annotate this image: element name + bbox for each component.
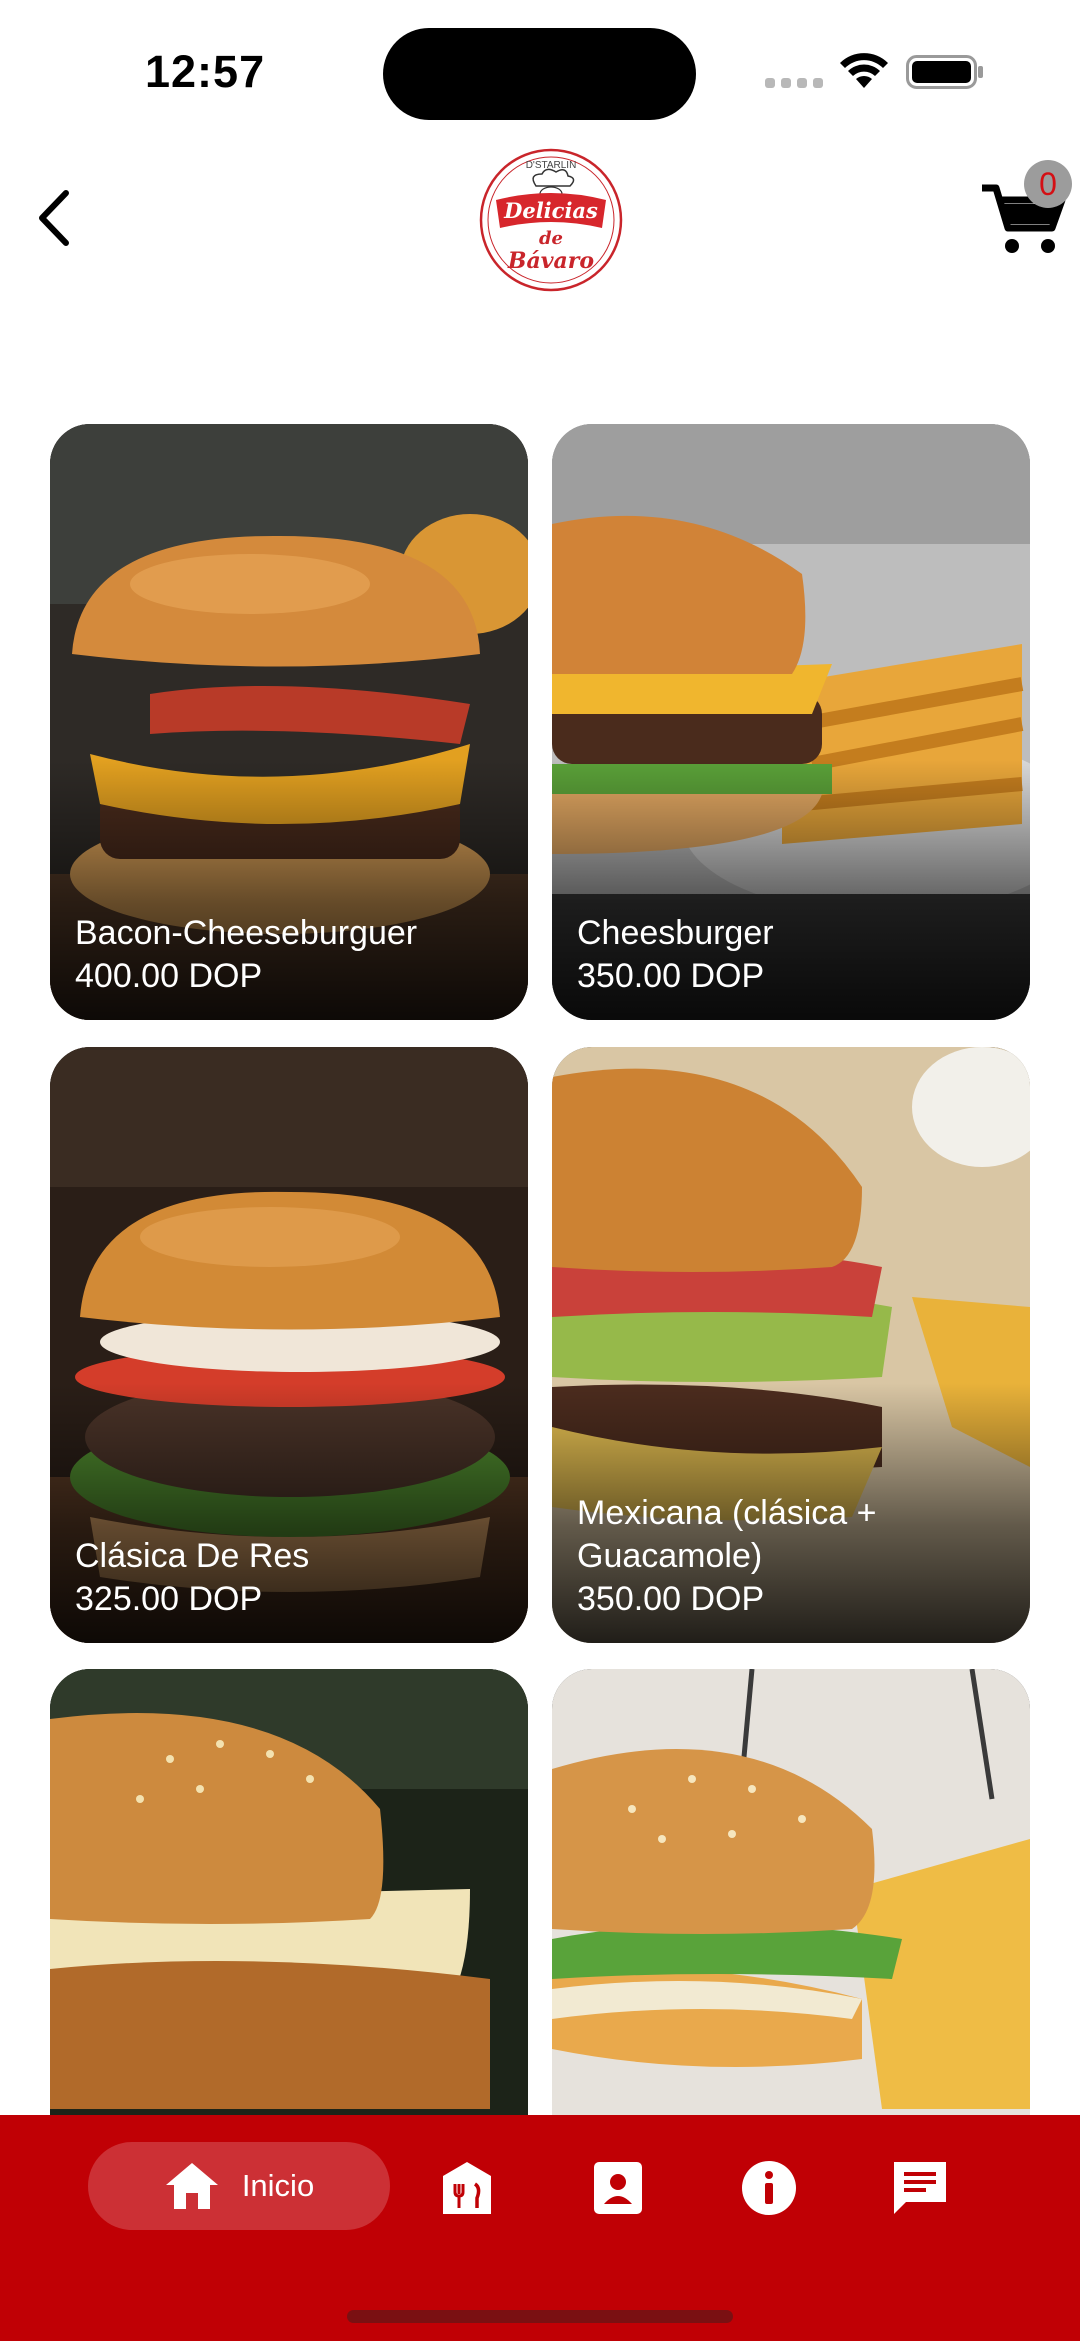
svg-text:de: de [539,228,563,249]
nav-home-label: Inicio [241,2168,315,2203]
product-name: Bacon-Cheeseburguer [75,914,418,952]
dynamic-island [383,28,696,120]
status-bar: 12:57 [0,0,1080,140]
contact-icon[interactable] [588,2158,648,2218]
product-price: 350.00 DOP [577,1580,765,1618]
product-name-line-1: Mexicana (clásica + [577,1494,877,1532]
home-icon [165,2163,218,2209]
product-name-line-2: Guacamole) [577,1537,763,1575]
product-price: 400.00 DOP [75,957,263,995]
product-card[interactable]: Clásica De Res 325.00 DOP [50,1047,528,1643]
battery-icon [906,55,983,89]
back-button[interactable] [30,185,80,251]
product-price: 350.00 DOP [577,957,765,995]
wifi-icon [840,53,888,88]
product-card[interactable]: Cheesburger 350.00 DOP [552,424,1030,1020]
svg-text:Delicias: Delicias [503,198,598,223]
info-icon[interactable] [739,2158,799,2218]
nav-home-button[interactable]: Inicio [88,2142,390,2230]
product-price: 325.00 DOP [75,1580,263,1618]
status-time: 12:57 [145,46,266,97]
restaurant-logo[interactable]: D'STARLIN Delicias de Bávaro [478,148,624,292]
product-card[interactable]: Bacon-Cheeseburguer 400.00 DOP [50,424,528,1020]
svg-text:Bávaro: Bávaro [507,248,594,274]
product-card[interactable]: Mexicana (clásica + Guacamole) 350.00 DO… [552,1047,1030,1643]
product-name: Clásica De Res [75,1537,310,1575]
cellular-signal-icon [765,78,823,88]
chat-icon[interactable] [890,2158,950,2218]
product-name: Cheesburger [577,914,774,952]
restaurant-menu-icon[interactable] [437,2158,497,2218]
cart-count-badge: 0 [1024,160,1072,208]
home-indicator[interactable] [347,2310,733,2323]
